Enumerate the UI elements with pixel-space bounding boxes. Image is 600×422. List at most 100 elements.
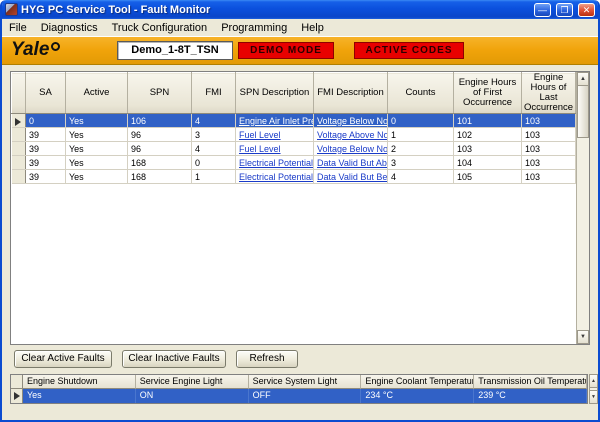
status-col-transmission-oil-temperature[interactable]: Transmission Oil Temperature (474, 375, 587, 389)
close-button-icon[interactable]: ✕ (578, 3, 595, 17)
cell-last-hours: 103 (522, 114, 576, 128)
cell-fmi-description: Voltage Below Normal,... (314, 142, 388, 156)
cell-counts: 0 (388, 114, 454, 128)
fault-table: SA Active SPN FMI SPN Description FMI De… (11, 72, 576, 184)
maximize-button-icon[interactable]: ❐ (556, 3, 573, 17)
cell-spn: 106 (128, 114, 192, 128)
fault-row[interactable]: 39 Yes 168 0 Electrical Potential (Vo...… (12, 156, 576, 170)
col-header-first-occurrence[interactable]: Engine Hours of First Occurrence (454, 73, 522, 114)
spn-description-link[interactable]: Fuel Level (239, 130, 281, 140)
menu-help[interactable]: Help (294, 21, 331, 35)
col-header-spn-description[interactable]: SPN Description (236, 73, 314, 114)
cell-active: Yes (66, 170, 128, 184)
col-header-fmi-description[interactable]: FMI Description (314, 73, 388, 114)
fault-row[interactable]: 39 Yes 96 3 Fuel Level Voltage Above Nor… (12, 128, 576, 142)
col-header-sa[interactable]: SA (26, 73, 66, 114)
row-selector[interactable] (12, 170, 26, 184)
cell-sa: 39 (26, 170, 66, 184)
clear-active-faults-button[interactable]: Clear Active Faults (14, 350, 112, 368)
cell-counts: 1 (388, 128, 454, 142)
status-row-selector[interactable] (11, 389, 23, 403)
menu-truck-configuration[interactable]: Truck Configuration (105, 21, 215, 35)
cell-counts: 4 (388, 170, 454, 184)
minimize-button-icon[interactable]: — (534, 3, 551, 17)
cell-sa: 0 (26, 114, 66, 128)
cell-spn-description: Fuel Level (236, 142, 314, 156)
cell-active: Yes (66, 156, 128, 170)
fmi-description-link[interactable]: Voltage Below Normal,... (317, 116, 388, 126)
fault-row[interactable]: 0 Yes 106 4 Engine Air Inlet Pressure Vo… (12, 114, 576, 128)
status-col-engine-coolant-temperature[interactable]: Engine Coolant Temperature (361, 375, 474, 389)
row-selector[interactable] (12, 156, 26, 170)
scroll-thumb[interactable] (577, 86, 589, 138)
spn-description-link[interactable]: Engine Air Inlet Pressure (239, 116, 314, 126)
menu-bar: File Diagnostics Truck Configuration Pro… (2, 19, 598, 37)
status-engine-shutdown-value: Yes (23, 389, 136, 403)
status-grid-scrollbar[interactable]: ▲ ▼ (589, 374, 598, 404)
status-value-row[interactable]: Yes ON OFF 234 °C 239 °C (11, 389, 587, 403)
fault-row[interactable]: 39 Yes 96 4 Fuel Level Voltage Below Nor… (12, 142, 576, 156)
status-col-engine-shutdown[interactable]: Engine Shutdown (23, 375, 136, 389)
fmi-description-link[interactable]: Data Valid But Below ... (317, 172, 388, 182)
scroll-track[interactable] (577, 138, 589, 330)
clear-inactive-faults-button[interactable]: Clear Inactive Faults (122, 350, 226, 368)
cell-counts: 2 (388, 142, 454, 156)
status-service-engine-light-value: ON (136, 389, 249, 403)
col-header-counts[interactable]: Counts (388, 73, 454, 114)
cell-first-hours: 104 (454, 156, 522, 170)
row-selector[interactable] (12, 128, 26, 142)
scroll-down-icon[interactable]: ▼ (577, 330, 589, 344)
cell-fmi: 3 (192, 128, 236, 142)
col-header-last-occurrence[interactable]: Engine Hours of Last Occurrence (522, 73, 576, 114)
scroll-down-icon[interactable]: ▼ (590, 390, 597, 403)
status-col-service-system-light[interactable]: Service System Light (249, 375, 362, 389)
current-row-arrow-icon (14, 392, 20, 400)
fault-header-row: SA Active SPN FMI SPN Description FMI De… (12, 73, 576, 114)
col-header-spn[interactable]: SPN (128, 73, 192, 114)
spn-description-link[interactable]: Electrical Potential (Vo... (239, 172, 314, 182)
cell-sa: 39 (26, 128, 66, 142)
cell-spn: 96 (128, 142, 192, 156)
cell-last-hours: 103 (522, 170, 576, 184)
cell-sa: 39 (26, 156, 66, 170)
status-col-service-engine-light[interactable]: Service Engine Light (136, 375, 249, 389)
main-area: SA Active SPN FMI SPN Description FMI De… (2, 65, 598, 420)
active-codes-indicator: ACTIVE CODES (354, 42, 464, 59)
menu-programming[interactable]: Programming (214, 21, 294, 35)
col-header-active[interactable]: Active (66, 73, 128, 114)
cell-fmi-description: Data Valid But Below ... (314, 170, 388, 184)
cell-fmi-description: Data Valid But Above ... (314, 156, 388, 170)
cell-last-hours: 103 (522, 128, 576, 142)
cell-fmi: 4 (192, 142, 236, 156)
spn-description-link[interactable]: Electrical Potential (Vo... (239, 158, 314, 168)
spn-description-link[interactable]: Fuel Level (239, 144, 281, 154)
app-icon (5, 3, 18, 16)
menu-diagnostics[interactable]: Diagnostics (34, 21, 105, 35)
scroll-up-icon[interactable]: ▲ (590, 375, 597, 388)
row-selector[interactable] (12, 142, 26, 156)
cell-active: Yes (66, 114, 128, 128)
fmi-description-link[interactable]: Voltage Above Normal,... (317, 130, 388, 140)
app-window: HYG PC Service Tool - Fault Monitor — ❐ … (0, 0, 600, 422)
brand-toolbar: Yale Demo_1-8T_TSN DEMO MODE ACTIVE CODE… (2, 37, 598, 65)
col-header-fmi[interactable]: FMI (192, 73, 236, 114)
cell-last-hours: 103 (522, 142, 576, 156)
cell-active: Yes (66, 142, 128, 156)
refresh-button[interactable]: Refresh (236, 350, 298, 368)
cell-first-hours: 105 (454, 170, 522, 184)
scroll-up-icon[interactable]: ▲ (577, 72, 589, 86)
cell-spn: 168 (128, 170, 192, 184)
row-selector[interactable] (12, 114, 26, 128)
fault-grid-scrollbar[interactable]: ▲ ▼ (576, 72, 589, 344)
menu-file[interactable]: File (2, 21, 34, 35)
fmi-description-link[interactable]: Data Valid But Above ... (317, 158, 388, 168)
truck-name-field[interactable]: Demo_1-8T_TSN (117, 41, 233, 60)
cell-fmi: 0 (192, 156, 236, 170)
yale-logo-mark-icon (51, 42, 60, 51)
fmi-description-link[interactable]: Voltage Below Normal,... (317, 144, 388, 154)
fault-grid: SA Active SPN FMI SPN Description FMI De… (10, 71, 590, 345)
cell-last-hours: 103 (522, 156, 576, 170)
fault-row[interactable]: 39 Yes 168 1 Electrical Potential (Vo...… (12, 170, 576, 184)
cell-fmi: 1 (192, 170, 236, 184)
status-engine-coolant-temperature-value: 234 °C (361, 389, 474, 403)
